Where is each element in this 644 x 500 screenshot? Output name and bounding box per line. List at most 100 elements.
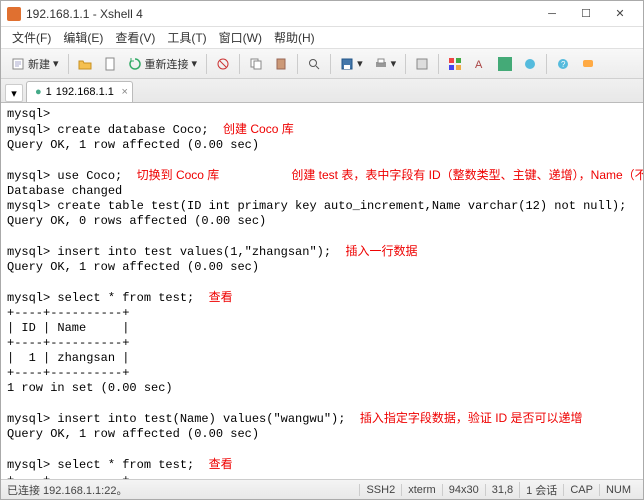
dropdown-icon: ▾ [391, 57, 397, 70]
search-icon [307, 57, 321, 71]
term-line: +----+----------+ [7, 366, 129, 380]
terminal[interactable]: mysql> mysql> create database Coco; 创建 C… [1, 103, 643, 479]
term-line: mysql> select * from test; [7, 291, 209, 305]
annotation: 查看 [209, 290, 233, 304]
close-button[interactable]: ✕ [603, 4, 637, 24]
paste-icon [274, 57, 288, 71]
color2-button[interactable]: A [469, 55, 491, 73]
term-line: +----+----------+ [7, 336, 129, 350]
window-controls: ─ ☐ ✕ [535, 4, 637, 24]
paste-button[interactable] [270, 55, 292, 73]
open-button[interactable] [74, 55, 96, 73]
new-label: 新建 [28, 56, 50, 72]
app-icon [7, 7, 21, 21]
term-line: Database changed [7, 184, 122, 198]
menu-edit[interactable]: 编辑(E) [58, 27, 108, 48]
chat-button[interactable] [577, 55, 599, 73]
term-line: mysql> [7, 107, 50, 121]
term-line: Query OK, 1 row affected (0.00 sec) [7, 427, 259, 441]
status-pos: 31,8 [485, 484, 519, 496]
print-button[interactable]: ▾ [370, 55, 401, 73]
term-line: 1 row in set (0.00 sec) [7, 381, 173, 395]
separator [297, 54, 298, 74]
separator [239, 54, 240, 74]
status-size: 94x30 [442, 484, 485, 496]
gear-icon [415, 57, 429, 71]
separator [68, 54, 69, 74]
menu-tools[interactable]: 工具(T) [162, 27, 211, 48]
term-line: mysql> insert into test(Name) values("wa… [7, 412, 360, 426]
save-icon [340, 57, 354, 71]
svg-text:A: A [475, 59, 483, 71]
menu-window[interactable]: 窗口(W) [214, 27, 267, 48]
info-button[interactable] [519, 55, 541, 73]
separator [206, 54, 207, 74]
dropdown-icon: ▾ [192, 57, 198, 70]
term-line: mysql> select * from test; [7, 458, 209, 472]
tab-label: 192.168.1.1 [56, 86, 114, 98]
separator [330, 54, 331, 74]
palette-icon [498, 57, 512, 71]
window-title: 192.168.1.1 - Xshell 4 [26, 7, 535, 21]
menu-view[interactable]: 查看(V) [110, 27, 160, 48]
status-num: NUM [599, 484, 637, 496]
disconnect-button[interactable] [212, 55, 234, 73]
save-button[interactable]: ▾ [336, 55, 367, 73]
dropdown-icon: ▾ [53, 57, 59, 70]
annotation: 创建 test 表，表中字段有 ID（整数类型、主键、递增），Name（不允许为… [291, 168, 643, 182]
annotation: 插入一行数据 [345, 244, 417, 258]
prop-button[interactable] [99, 55, 121, 73]
minimize-button[interactable]: ─ [535, 4, 569, 24]
new-icon [11, 57, 25, 71]
new-button[interactable]: 新建▾ [7, 54, 63, 74]
annotation: 插入指定字段数据，验证 ID 是否可以递增 [360, 411, 583, 425]
reconnect-icon [128, 57, 142, 71]
tab-index: 1 [46, 86, 52, 98]
term-line: mysql> create table test(ID int primary … [7, 199, 626, 213]
term-line: Query OK, 1 row affected (0.00 sec) [7, 138, 259, 152]
chat-icon [581, 57, 595, 71]
term-line: +----+----------+ [7, 306, 129, 320]
titlebar: 192.168.1.1 - Xshell 4 ─ ☐ ✕ [1, 1, 643, 27]
help-button[interactable]: ? [552, 55, 574, 73]
status-ssh: SSH2 [359, 484, 401, 496]
term-line: mysql> insert into test values(1,"zhangs… [7, 245, 345, 259]
term-line: mysql> create database Coco; [7, 123, 223, 137]
color1-button[interactable] [444, 55, 466, 73]
annotation: 创建 Coco 库 [223, 122, 294, 136]
dropdown-icon: ▾ [357, 57, 363, 70]
menu-help[interactable]: 帮助(H) [269, 27, 320, 48]
reconnect-label: 重新连接 [145, 56, 189, 72]
annotation: 切换到 Coco 库 [137, 168, 220, 182]
status-cap: CAP [563, 484, 599, 496]
menubar: 文件(F) 编辑(E) 查看(V) 工具(T) 窗口(W) 帮助(H) [1, 27, 643, 49]
font-icon: A [473, 57, 487, 71]
separator [405, 54, 406, 74]
tab-close-icon[interactable]: × [121, 86, 127, 98]
separator [438, 54, 439, 74]
find-button[interactable] [303, 55, 325, 73]
term-line: | ID | Name | [7, 321, 129, 335]
term-line: Query OK, 0 rows affected (0.00 sec) [7, 214, 266, 228]
status-sessions: 1 会话 [519, 482, 563, 498]
term-line [219, 169, 291, 183]
info-icon [523, 57, 537, 71]
session-tab[interactable]: ● 1 192.168.1.1 × [26, 81, 133, 102]
copy-button[interactable] [245, 55, 267, 73]
separator [546, 54, 547, 74]
maximize-button[interactable]: ☐ [569, 4, 603, 24]
toolbar: 新建▾ 重新连接▾ ▾ ▾ A ? [1, 49, 643, 79]
help-icon: ? [556, 57, 570, 71]
statusbar: 已连接 192.168.1.1:22。 SSH2 xterm 94x30 31,… [1, 479, 643, 499]
disconnect-icon [216, 57, 230, 71]
tabbar: ▾ ● 1 192.168.1.1 × [1, 79, 643, 103]
prop2-button[interactable] [411, 55, 433, 73]
menu-file[interactable]: 文件(F) [7, 27, 56, 48]
reconnect-button[interactable]: 重新连接▾ [124, 54, 202, 74]
doc-icon [103, 57, 117, 71]
add-tab-button[interactable]: ▾ [5, 84, 23, 102]
term-line: Query OK, 1 row affected (0.00 sec) [7, 260, 259, 274]
term-line: | 1 | zhangsan | [7, 351, 129, 365]
color3-button[interactable] [494, 55, 516, 73]
status-term: xterm [401, 484, 442, 496]
